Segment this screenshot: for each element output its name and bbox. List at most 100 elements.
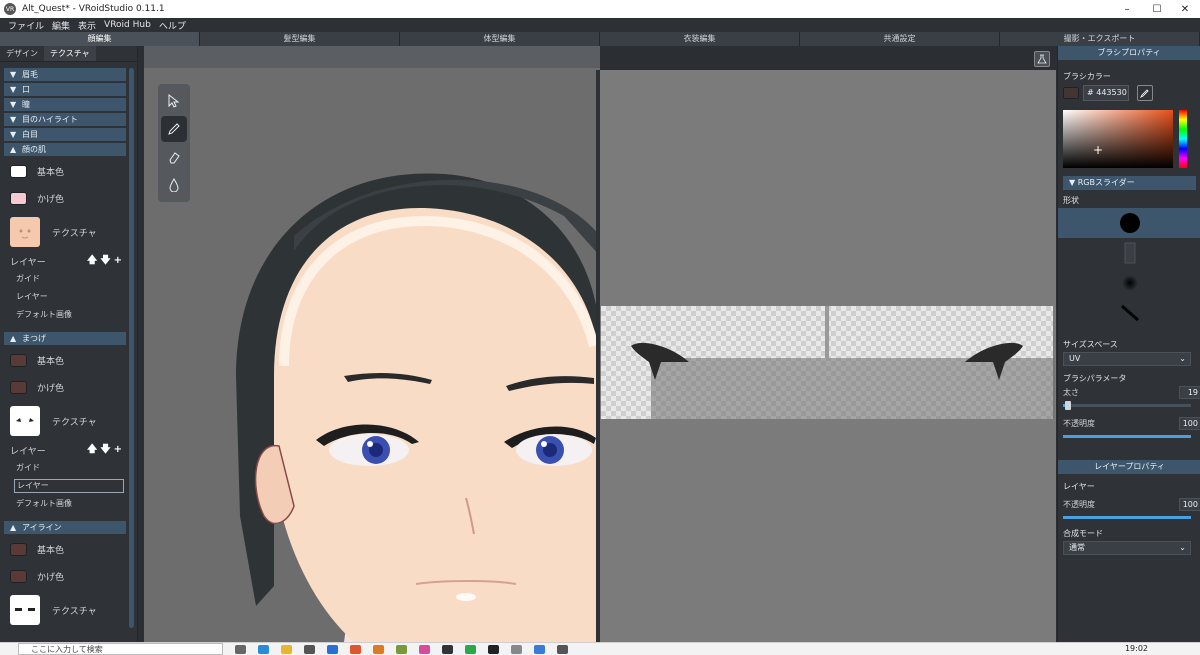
layer-item[interactable]: デフォルト画像 [4, 306, 126, 324]
edge-icon[interactable] [258, 644, 269, 654]
layer-item-selected[interactable]: レイヤー [14, 479, 124, 493]
section-eyeline[interactable]: ▲ アイライン [4, 521, 126, 534]
section-iris[interactable]: ▼ 瞳 [4, 98, 126, 111]
eyedropper-button[interactable] [1137, 85, 1153, 101]
hex-color-input[interactable]: # 443530 [1083, 85, 1129, 101]
eyelash-base-color-row[interactable]: 基本色 [4, 347, 126, 374]
fill-tool-button[interactable] [161, 172, 187, 198]
tab-common-settings[interactable]: 共通設定 [800, 32, 1000, 46]
subtab-texture[interactable]: テクスチャ [44, 46, 96, 61]
app-icon[interactable] [488, 644, 499, 654]
pen-tool-button[interactable] [161, 116, 187, 142]
tab-face-edit[interactable]: 顔編集 [0, 32, 200, 46]
layer-item[interactable]: ガイド [4, 270, 126, 288]
layer-item[interactable]: ガイド [4, 459, 126, 477]
model-viewport[interactable] [144, 46, 600, 642]
store-icon[interactable] [304, 644, 315, 654]
eyelash-shadow-color-row[interactable]: かげ色 [4, 374, 126, 401]
hue-slider[interactable] [1179, 110, 1187, 168]
color-swatch[interactable] [10, 165, 27, 178]
blend-mode-select[interactable]: 通常 ⌄ [1063, 541, 1191, 555]
menu-edit[interactable]: 編集 [52, 19, 70, 32]
chrome-icon[interactable] [350, 644, 361, 654]
eyeline-texture-row[interactable]: テクスチャ [4, 590, 126, 630]
app-icon[interactable] [419, 644, 430, 654]
eyelash-texture-thumbnail[interactable] [10, 406, 40, 436]
app-icon[interactable] [442, 644, 453, 654]
mail-icon[interactable] [327, 644, 338, 654]
brush-shape-line[interactable] [1058, 298, 1200, 328]
color-swatch[interactable] [10, 192, 27, 205]
brush-shape-soft-round[interactable] [1058, 268, 1200, 298]
color-swatch[interactable] [10, 570, 27, 583]
select-tool-button[interactable] [161, 88, 187, 114]
task-view-icon[interactable] [235, 644, 246, 654]
line-icon[interactable] [465, 644, 476, 654]
move-down-icon[interactable]: 🡇 [100, 444, 110, 455]
section-eye-white[interactable]: ▼ 白目 [4, 128, 126, 141]
opacity-slider[interactable] [1063, 435, 1191, 438]
minecraft-icon[interactable] [396, 644, 407, 654]
menu-help[interactable]: ヘルプ [159, 19, 186, 32]
left-scrollbar[interactable] [129, 68, 134, 628]
maximize-button[interactable]: ☐ [1142, 0, 1172, 18]
brush-shape-texture[interactable] [1058, 238, 1200, 268]
tab-outfit-edit[interactable]: 衣装編集 [600, 32, 800, 46]
section-eyelash[interactable]: ▲ まつげ [4, 332, 126, 345]
tab-photo-export[interactable]: 撮影・エクスポート [1000, 32, 1200, 46]
move-down-icon[interactable]: 🡇 [100, 255, 110, 266]
section-mouth[interactable]: ▼ 口 [4, 83, 126, 96]
move-up-icon[interactable]: 🡅 [87, 444, 97, 455]
texture-canvas[interactable] [600, 70, 1056, 642]
eyelash-strokes [631, 306, 1023, 380]
color-swatch[interactable] [10, 354, 27, 367]
size-space-select[interactable]: UV ⌄ [1063, 352, 1191, 366]
eyelash-texture-row[interactable]: テクスチャ [4, 401, 126, 441]
layer-opacity-input[interactable]: 100 [1179, 498, 1200, 511]
opacity-input[interactable]: 100 [1179, 417, 1200, 430]
eyeline-shadow-color-row[interactable]: かげ色 [4, 563, 126, 590]
add-layer-icon[interactable]: + [114, 444, 122, 455]
brush-shape-hard-round[interactable] [1058, 208, 1200, 238]
thickness-input[interactable]: 19 [1179, 386, 1200, 399]
tab-hair-edit[interactable]: 髪型編集 [200, 32, 400, 46]
taskbar-search-input[interactable]: ここに入力して検索 [18, 643, 223, 655]
layer-item[interactable]: レイヤー [4, 288, 126, 306]
app-icon[interactable] [511, 644, 522, 654]
flask-icon[interactable] [1034, 51, 1050, 67]
skin-texture-row[interactable]: テクスチャ [4, 212, 126, 252]
skin-base-color-row[interactable]: 基本色 [4, 158, 126, 185]
eyeline-base-color-row[interactable]: 基本色 [4, 536, 126, 563]
color-swatch[interactable] [10, 381, 27, 394]
section-eye-highlight[interactable]: ▼ 目のハイライト [4, 113, 126, 126]
color-swatch[interactable] [10, 543, 27, 556]
skin-shadow-color-row[interactable]: かげ色 [4, 185, 126, 212]
vroid-icon[interactable] [557, 644, 568, 654]
add-layer-icon[interactable]: + [114, 255, 122, 266]
app-icon[interactable] [534, 644, 545, 654]
tab-body-edit[interactable]: 体型編集 [400, 32, 600, 46]
thickness-slider-handle[interactable] [1065, 401, 1071, 410]
color-picker-square[interactable]: + [1063, 110, 1173, 168]
firefox-icon[interactable] [373, 644, 384, 654]
eyeline-texture-thumbnail[interactable] [10, 595, 40, 625]
eyelash-texture-strip[interactable] [601, 306, 1055, 419]
section-face-skin[interactable]: ▲ 顔の肌 [4, 143, 126, 156]
layer-opacity-slider[interactable] [1063, 516, 1191, 519]
menu-vroid-hub[interactable]: VRoid Hub [104, 20, 151, 30]
brush-color-swatch[interactable] [1063, 87, 1079, 99]
minimize-button[interactable]: – [1112, 0, 1142, 18]
eyelash-thumb-icon [16, 418, 34, 422]
section-eyebrows[interactable]: ▼ 眉毛 [4, 68, 126, 81]
eraser-tool-button[interactable] [161, 144, 187, 170]
subtab-design[interactable]: デザイン [0, 46, 44, 61]
menu-view[interactable]: 表示 [78, 19, 96, 32]
close-button[interactable]: ✕ [1170, 0, 1200, 18]
skin-texture-thumbnail[interactable] [10, 217, 40, 247]
thickness-slider[interactable] [1063, 401, 1191, 410]
folder-icon[interactable] [281, 644, 292, 654]
move-up-icon[interactable]: 🡅 [87, 255, 97, 266]
menu-file[interactable]: ファイル [8, 19, 44, 32]
layer-item[interactable]: デフォルト画像 [4, 495, 126, 513]
rgb-slider-toggle[interactable]: ▼ RGBスライダー [1063, 176, 1196, 190]
